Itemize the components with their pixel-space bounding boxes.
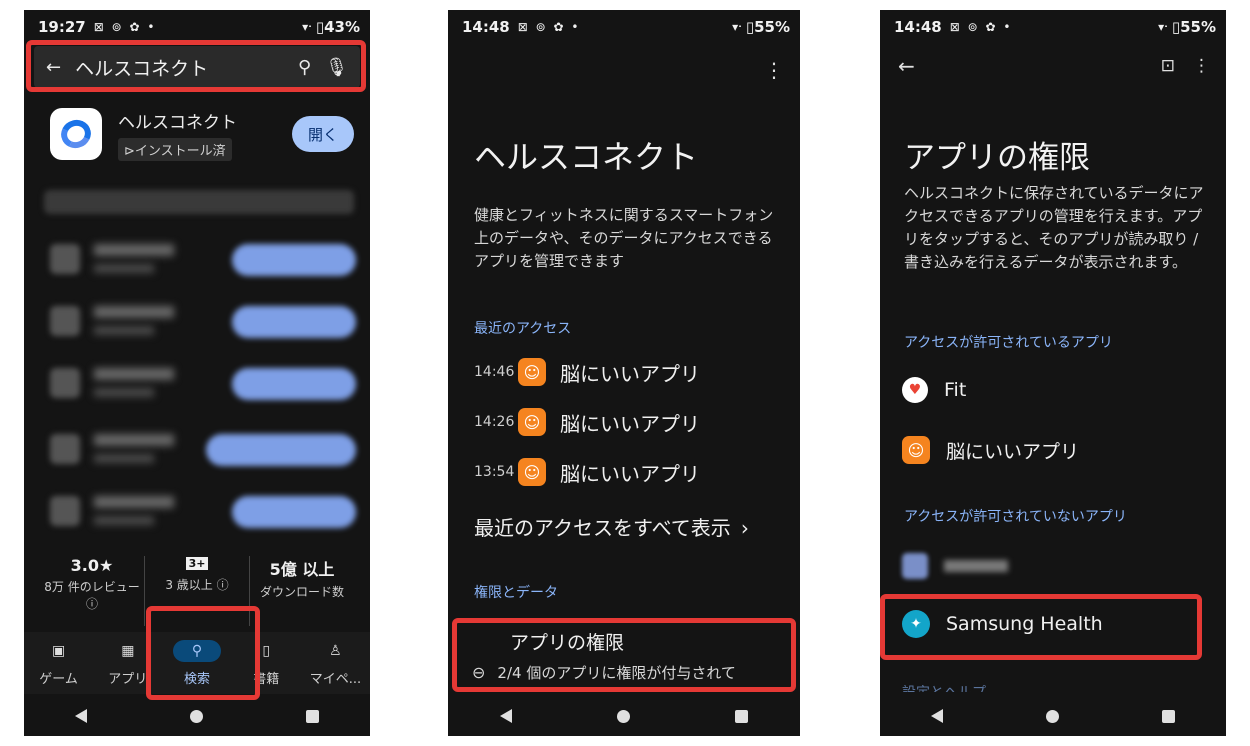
system-nav-bar	[24, 696, 370, 736]
recent-access-item[interactable]: 13:54 ☺ 脳にいいアプリ	[474, 454, 780, 490]
see-all-label: 最近のアクセスをすべて表示	[474, 516, 731, 540]
nav-back-icon[interactable]	[500, 709, 513, 723]
system-nav-bar	[448, 696, 800, 736]
notification-icons: ⊠ ⊚ ✿ •	[517, 20, 581, 34]
allowed-app-fit[interactable]: ♥ Fit	[902, 370, 1206, 410]
status-time: 19:27	[38, 18, 86, 36]
app-name: 脳にいいアプリ	[946, 440, 1080, 463]
wifi-icon: ▾ᐧ	[732, 20, 742, 34]
brain-app-icon: ☺	[518, 358, 546, 386]
status-time: 14:48	[462, 18, 510, 36]
highlight-app-permissions	[452, 618, 796, 692]
nav-home-icon[interactable]	[189, 709, 203, 723]
tab-my-page[interactable]: ♙ マイペ...	[301, 632, 370, 694]
tab-games[interactable]: ▣ ゲーム	[24, 632, 93, 694]
downloads-value: 5億 以上	[269, 560, 335, 579]
downloads-stat: 5億 以上 ダウンロード数	[250, 556, 354, 626]
wifi-icon: ▾ᐧ	[1158, 20, 1168, 34]
nav-home-icon[interactable]	[616, 709, 630, 723]
rating-stat: 3.0★ 8万 件のレビュー ⓘ	[40, 556, 144, 626]
blurred-app-icon	[902, 553, 928, 579]
nav-recents-icon[interactable]	[1161, 709, 1175, 723]
tab-label: ゲーム	[39, 671, 78, 687]
denied-apps-heading: アクセスが許可されていないアプリ	[904, 509, 1127, 525]
app-result[interactable]: ヘルスコネクト ⊳インストール済 開く	[50, 106, 354, 162]
recent-access-item[interactable]: 14:26 ☺ 脳にいいアプリ	[474, 404, 780, 440]
nav-home-icon[interactable]	[1045, 709, 1059, 723]
status-bar: 14:48 ⊠ ⊚ ✿ • ▾ᐧ ▯55%	[880, 10, 1226, 44]
search-in-page-icon[interactable]: ⊡	[1161, 56, 1175, 76]
access-time: 13:54	[474, 464, 515, 480]
blurred-app-row	[44, 428, 356, 472]
chevron-right-icon: ›	[740, 516, 749, 540]
access-app-name: 脳にいいアプリ	[560, 361, 700, 386]
allowed-app-brain[interactable]: ☺ 脳にいいアプリ	[902, 430, 1206, 470]
page-title: アプリの権限	[904, 140, 1090, 176]
status-time: 14:48	[894, 18, 942, 36]
notification-icons: ⊠ ⊚ ✿ •	[93, 20, 157, 34]
battery-level: ▯55%	[745, 18, 790, 36]
denied-app-blurred[interactable]	[902, 546, 1206, 586]
apps-grid-icon: ▦	[121, 642, 135, 659]
allowed-apps-heading: アクセスが許可されているアプリ	[904, 335, 1113, 351]
tab-label: アプリ	[108, 671, 148, 687]
age-rating-badge: 3+	[185, 557, 209, 570]
see-all-recent-access-link[interactable]: 最近のアクセスをすべて表示 ›	[474, 512, 749, 541]
bookmark-icon: ▯	[262, 642, 271, 659]
open-button[interactable]: 開く	[292, 116, 354, 152]
nav-back-icon[interactable]	[931, 709, 944, 723]
downloads-label: ダウンロード数	[259, 585, 344, 599]
access-time: 14:26	[474, 414, 515, 430]
highlight-search-tab	[146, 606, 260, 700]
permissions-data-heading: 権限とデータ	[474, 585, 558, 601]
status-bar: 19:27 ⊠ ⊚ ✿ • ▾ᐧ ▯43%	[24, 10, 370, 44]
battery-level: ▯55%	[1171, 18, 1216, 36]
gamepad-icon: ▣	[51, 642, 66, 659]
blurred-app-name	[944, 560, 1008, 572]
page-description: ヘルスコネクトに保存されているデータにアクセスできるアプリの管理を行えます。アプ…	[904, 184, 1204, 271]
access-app-name: 脳にいいアプリ	[560, 461, 700, 486]
access-time: 14:46	[474, 364, 515, 380]
access-app-name: 脳にいいアプリ	[560, 411, 700, 436]
blurred-app-row	[44, 238, 356, 282]
installed-badge: ⊳インストール済	[118, 137, 232, 161]
more-options-icon[interactable]: ⋮	[1193, 56, 1210, 76]
blurred-app-row	[44, 362, 356, 406]
tab-label: マイペ...	[309, 671, 362, 687]
brain-app-icon: ☺	[902, 436, 930, 464]
nav-recents-icon[interactable]	[305, 709, 319, 723]
status-bar: 14:48 ⊠ ⊚ ✿ • ▾ᐧ ▯55%	[448, 10, 800, 44]
page-description: 健康とフィットネスに関するスマートフォン上のデータや、そのデータにアクセスできる…	[474, 206, 774, 270]
recent-access-item[interactable]: 14:46 ☺ 脳にいいアプリ	[474, 354, 780, 390]
health-connect-app-icon	[50, 108, 102, 160]
more-options-icon[interactable]: ⋮	[764, 58, 784, 82]
highlight-search-bar	[26, 40, 366, 92]
notification-icons: ⊠ ⊚ ✿ •	[949, 20, 1013, 34]
reviews-label: 8万 件のレビュー ⓘ	[44, 580, 140, 611]
brain-app-icon: ☺	[518, 458, 546, 486]
wifi-icon: ▾ᐧ	[302, 20, 312, 34]
battery-level: ▯43%	[315, 18, 360, 36]
highlight-samsung-health	[880, 594, 1202, 660]
nav-recents-icon[interactable]	[734, 709, 748, 723]
blurred-app-row	[44, 490, 356, 534]
page-title: ヘルスコネクト	[474, 138, 699, 176]
brain-app-icon: ☺	[518, 408, 546, 436]
nav-back-icon[interactable]	[75, 709, 88, 723]
back-arrow-icon[interactable]: ←	[898, 54, 915, 78]
app-name: Fit	[944, 379, 967, 401]
person-icon: ♙	[329, 642, 342, 659]
blurred-section-title	[44, 190, 354, 214]
app-name: ヘルスコネクト	[118, 112, 237, 133]
fit-heart-icon: ♥	[902, 377, 928, 403]
blurred-app-row	[44, 300, 356, 344]
recent-access-heading: 最近のアクセス	[474, 321, 572, 337]
age-label: 3 歳以上 ⓘ	[165, 578, 229, 592]
rating-value: 3.0★	[70, 556, 114, 575]
system-nav-bar	[880, 696, 1226, 736]
